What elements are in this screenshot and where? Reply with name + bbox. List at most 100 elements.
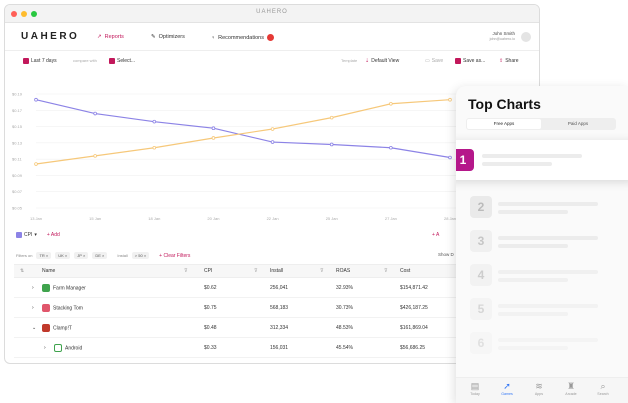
metric-dropdown[interactable]: CPI ▾ [16,232,37,238]
install-filter-prefix: Install [117,253,128,258]
compare-select[interactable]: Select... [109,58,135,64]
series-point[interactable] [329,142,334,147]
skeleton-line [498,312,568,316]
series-point[interactable] [448,155,452,160]
filter-chip[interactable]: UK × [55,252,71,259]
series-point[interactable] [211,136,216,140]
tab-search[interactable]: ⌕ Search [588,381,618,396]
nav-reports[interactable]: ↗ Reports [97,34,124,40]
nav-optimizers[interactable]: ✎ Optimizers [151,34,185,40]
notification-badge [266,34,274,41]
segment-free-apps[interactable]: Free Apps [467,119,541,129]
nav-recommendations[interactable]: ♀ Recommendations [211,34,274,41]
user-info[interactable]: John Smith john@uahero.io [490,31,515,41]
expand-row-icon[interactable]: › [32,305,34,311]
filter-chip[interactable]: DE × [92,252,108,259]
cost-cell: $161,869.04 [400,324,428,331]
filter-chip[interactable]: TR × [36,252,52,259]
expand-row-icon[interactable]: › [44,345,46,351]
col-cost[interactable]: Cost [400,268,410,274]
chevron-down-icon: ▾ [34,232,37,238]
list-item[interactable]: 2 [468,192,628,222]
series-point[interactable] [270,127,275,131]
series-point[interactable] [211,126,216,130]
y-tick-label: $0.09 [12,173,23,178]
roas-cell: 30.73% [336,304,353,311]
series-point[interactable] [270,140,275,144]
roas-cell: 45.54% [336,344,353,351]
today-icon: ▤ [470,381,480,391]
joystick-icon: ♜ [566,381,576,391]
col-roas[interactable]: ROAS [336,268,350,274]
x-tick-label: 25 Jan [326,216,338,221]
y-tick-label: $0.19 [12,92,23,97]
series-point[interactable] [448,97,452,102]
skeleton-line [498,270,598,274]
series-point[interactable] [389,145,393,150]
cpi-cell: $0.75 [204,304,217,311]
series-point[interactable] [93,154,97,158]
save-as-button[interactable]: Save as... [455,58,485,64]
install-filter-chip[interactable]: > 50 × [131,252,150,259]
view-select[interactable]: ⇣ Default View [365,58,399,64]
save-label: Save [431,58,444,64]
tab-games[interactable]: ➚ Games [492,381,522,396]
skeleton-line [482,162,552,166]
list-item[interactable]: 3 [468,226,628,256]
avatar[interactable] [521,32,531,42]
series-point[interactable] [34,97,38,102]
col-cpi[interactable]: CPI [204,268,212,274]
user-email: john@uahero.io [489,37,515,41]
android-icon [54,343,62,352]
series-point[interactable] [329,115,334,120]
app-store-phone: Top Charts Free Apps Paid Apps 1 2 3 4 5… [456,86,628,403]
cost-cell: $154,871.42 [400,284,428,291]
report-toolbar: Last 7 days compare with Select... Templ… [5,51,539,71]
x-tick-label: 15 Jan [89,216,101,221]
series-point[interactable] [34,162,38,166]
list-item[interactable]: 6 [468,328,628,358]
date-range-picker[interactable]: Last 7 days [23,58,57,64]
filter-icon[interactable]: ⊽ [184,268,188,274]
add-column-label: A [436,232,440,238]
x-axis-labels: 13 Jan 15 Jan 18 Jan 20 Jan 22 Jan 25 Jan 27 J… [30,216,456,221]
series-point[interactable] [389,101,393,106]
filter-chip-label: UK [58,253,64,258]
col-name[interactable]: Name [42,268,55,274]
collapse-row-icon[interactable]: ⌄ [32,325,36,331]
save-button[interactable]: ▭ Save [425,58,443,64]
series-point[interactable] [152,145,157,150]
filter-chip[interactable]: JP × [74,252,89,259]
list-item[interactable]: 4 [468,260,628,290]
tab-arcade[interactable]: ♜ Arcade [556,381,586,396]
clear-filters-button[interactable]: + Clear Filters [159,253,190,259]
share-button[interactable]: ⇪ Share [499,58,519,64]
add-column-button[interactable]: + A [432,232,439,238]
rank-badge: 2 [470,196,492,218]
filter-icon[interactable]: ⊽ [384,268,388,274]
expand-row-icon[interactable]: › [32,285,34,291]
list-item[interactable]: 5 [468,294,628,324]
install-cell: 568,183 [270,304,289,311]
cost-cell: $426,187.25 [400,304,428,311]
filter-icon[interactable]: ⊽ [254,268,258,274]
series-point[interactable] [152,119,157,124]
skeleton-line [498,338,598,342]
series-point[interactable] [93,111,97,116]
calendar-icon [109,58,115,64]
view-select-label: Default View [371,58,400,64]
show-toggle[interactable]: Show D [438,252,454,257]
filter-icon[interactable]: ⊽ [320,268,324,274]
skeleton-line [482,154,582,158]
segment-paid-apps[interactable]: Paid Apps [541,119,615,129]
add-metric-label: Add [50,232,60,238]
segment-control: Free Apps Paid Apps [466,118,616,130]
tab-today[interactable]: ▤ Today [460,381,490,396]
featured-rank-card[interactable]: 1 [456,140,628,180]
sort-icon[interactable]: ⇅ [20,268,24,274]
add-metric-button[interactable]: + Add [47,232,60,238]
col-install[interactable]: Install [270,268,283,274]
filter-chip-label: TR [39,253,45,258]
tab-apps[interactable]: ≋ Apps [524,381,554,396]
app-name: Clamp!T [53,324,72,331]
